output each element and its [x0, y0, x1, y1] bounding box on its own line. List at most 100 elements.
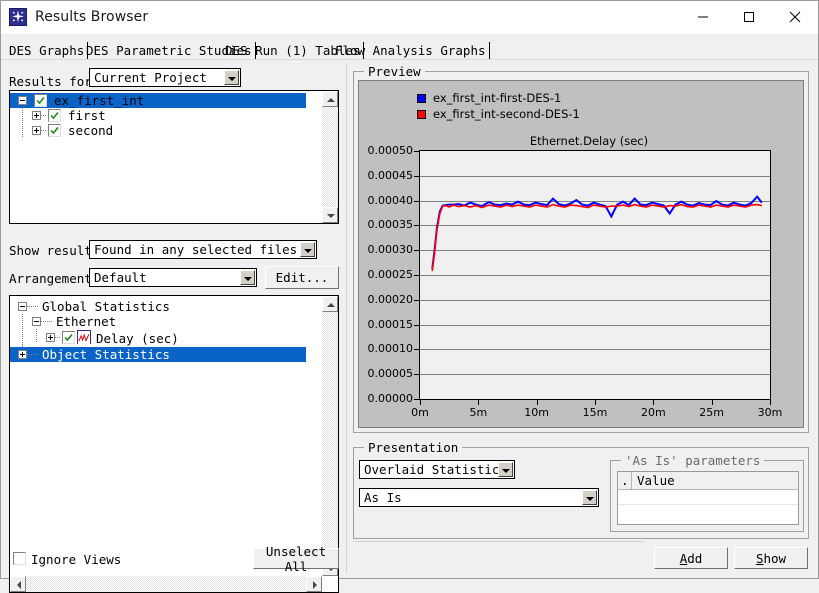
expand-icon[interactable] [32, 126, 41, 135]
tab-flow-analysis-graphs[interactable]: Flow Analysis Graphs [331, 41, 490, 60]
expand-icon[interactable] [32, 111, 41, 120]
tab-separator [1, 59, 818, 60]
arrangement-combo[interactable]: Default [89, 268, 257, 287]
tree-row-first[interactable]: first [10, 108, 306, 123]
arrangement-row: Arrangement: [9, 271, 99, 286]
expand-icon[interactable] [46, 333, 55, 342]
unselect-all-label: Unselect All [254, 544, 338, 574]
maximize-icon[interactable] [726, 1, 772, 33]
y-tick-mark [414, 176, 419, 177]
add-button[interactable]: Add [654, 547, 728, 569]
chart-title: Ethernet.Delay (sec) [407, 134, 771, 148]
chevron-down-icon[interactable] [300, 242, 315, 257]
tab-strip: DES Graphs DES Parametric Studies DES Ru… [1, 41, 818, 61]
y-tick-mark [414, 275, 419, 276]
show-button[interactable]: Show [734, 547, 808, 569]
chevron-down-icon[interactable] [582, 490, 597, 505]
stats-tree-scrollbar-vertical[interactable] [322, 296, 338, 576]
show-button-label: Show [756, 551, 786, 566]
collapse-icon[interactable] [18, 302, 27, 311]
scroll-track[interactable] [322, 312, 338, 560]
presentation-mode-combo[interactable]: Overlaid Statistics [359, 460, 515, 479]
ignore-views-checkbox[interactable] [13, 552, 26, 565]
x-tick-label: 15m [570, 406, 620, 419]
edit-button[interactable]: Edit... [265, 266, 339, 289]
presentation-group-title: Presentation [364, 440, 462, 455]
tree-row-global-statistics[interactable]: Global Statistics [10, 299, 306, 314]
x-tick-mark [653, 400, 654, 405]
y-tick-label: 0.00050 [359, 144, 413, 157]
collapse-icon[interactable] [18, 96, 27, 105]
x-tick-label: 20m [628, 406, 678, 419]
scroll-up-button[interactable] [322, 296, 338, 312]
tab-label: DES Graphs [9, 43, 84, 58]
scroll-track[interactable] [322, 107, 338, 207]
checkbox-checked[interactable] [62, 331, 75, 344]
x-tick-mark [478, 400, 479, 405]
checkbox-checked[interactable] [48, 109, 61, 122]
scroll-track[interactable] [26, 576, 306, 592]
checkbox-checked[interactable] [34, 94, 47, 107]
y-tick-mark [414, 201, 419, 202]
tree-row-label: first [68, 108, 106, 123]
presentation-style-value: As Is [364, 490, 402, 505]
series-line-2 [432, 205, 762, 271]
y-tick-label: 0.00025 [359, 268, 413, 281]
file-tree-scrollbar-vertical[interactable] [322, 91, 338, 223]
tree-row-object-statistics[interactable]: Object Statistics [10, 347, 306, 362]
checkbox-checked[interactable] [48, 124, 61, 137]
tree-row-label: Object Statistics [42, 347, 170, 362]
chevron-down-icon[interactable] [224, 70, 239, 85]
chevron-down-icon[interactable] [498, 462, 513, 477]
file-tree-panel[interactable]: ex_first_int first [9, 90, 339, 224]
y-tick-mark [414, 225, 419, 226]
chart-canvas[interactable]: ex_first_int-first-DES-1 ex_first_int-se… [358, 80, 804, 428]
tree-row-ex-first-int[interactable]: ex_first_int [10, 93, 306, 108]
table-row[interactable] [618, 505, 798, 520]
as-is-parameters-title: 'As Is' parameters [621, 453, 764, 468]
scroll-up-button[interactable] [322, 91, 338, 107]
table-header: . Value [618, 472, 798, 490]
show-results-combo[interactable]: Found in any selected files [89, 240, 317, 259]
results-for-combo[interactable]: Current Project [89, 68, 241, 87]
as-is-parameters-table[interactable]: . Value [617, 471, 799, 525]
x-tick-label: 5m [453, 406, 503, 419]
scroll-down-button[interactable] [322, 207, 338, 223]
presentation-mode-value: Overlaid Statistics [364, 462, 507, 477]
results-for-label: Results for: [9, 74, 99, 89]
chevron-down-icon[interactable] [240, 270, 255, 285]
presentation-style-combo[interactable]: As Is [359, 488, 599, 507]
tree-row-delay-sec[interactable]: Delay (sec) [10, 329, 306, 346]
scroll-left-button[interactable] [10, 576, 26, 592]
y-tick-mark [414, 374, 419, 375]
legend-swatch-series-1 [417, 94, 426, 103]
y-tick-label: 0.00010 [359, 342, 413, 355]
y-tick-label: 0.00000 [359, 392, 413, 405]
expand-icon[interactable] [18, 350, 27, 359]
panel-splitter[interactable] [346, 63, 347, 573]
as-is-parameters-group: 'As Is' parameters . Value [610, 460, 804, 532]
minimize-icon[interactable] [680, 1, 726, 33]
app-star-icon [9, 8, 27, 26]
footer-divider [353, 541, 643, 542]
tree-row-ethernet[interactable]: Ethernet [10, 314, 306, 329]
x-tick-mark [712, 400, 713, 405]
tree-row-label: Global Statistics [42, 299, 170, 314]
close-icon[interactable] [772, 1, 818, 33]
results-browser-window: Results Browser DES Graphs DES Parametri… [0, 0, 819, 579]
stats-tree-scrollbar-horizontal[interactable] [10, 576, 322, 592]
y-tick-label: 0.00045 [359, 169, 413, 182]
x-tick-mark [770, 400, 771, 405]
x-tick-mark [420, 400, 421, 405]
tab-des-graphs[interactable]: DES Graphs [5, 41, 88, 60]
collapse-icon[interactable] [32, 317, 41, 326]
legend-swatch-series-2 [417, 110, 426, 119]
y-tick-mark [414, 399, 419, 400]
table-row[interactable] [618, 489, 798, 505]
tab-label: Flow Analysis Graphs [335, 43, 486, 58]
show-results-value: Found in any selected files [94, 242, 297, 257]
unselect-all-button[interactable]: Unselect All [253, 548, 339, 569]
scroll-right-button[interactable] [306, 576, 322, 592]
window-title: Results Browser [35, 9, 148, 25]
tree-row-second[interactable]: second [10, 123, 306, 138]
